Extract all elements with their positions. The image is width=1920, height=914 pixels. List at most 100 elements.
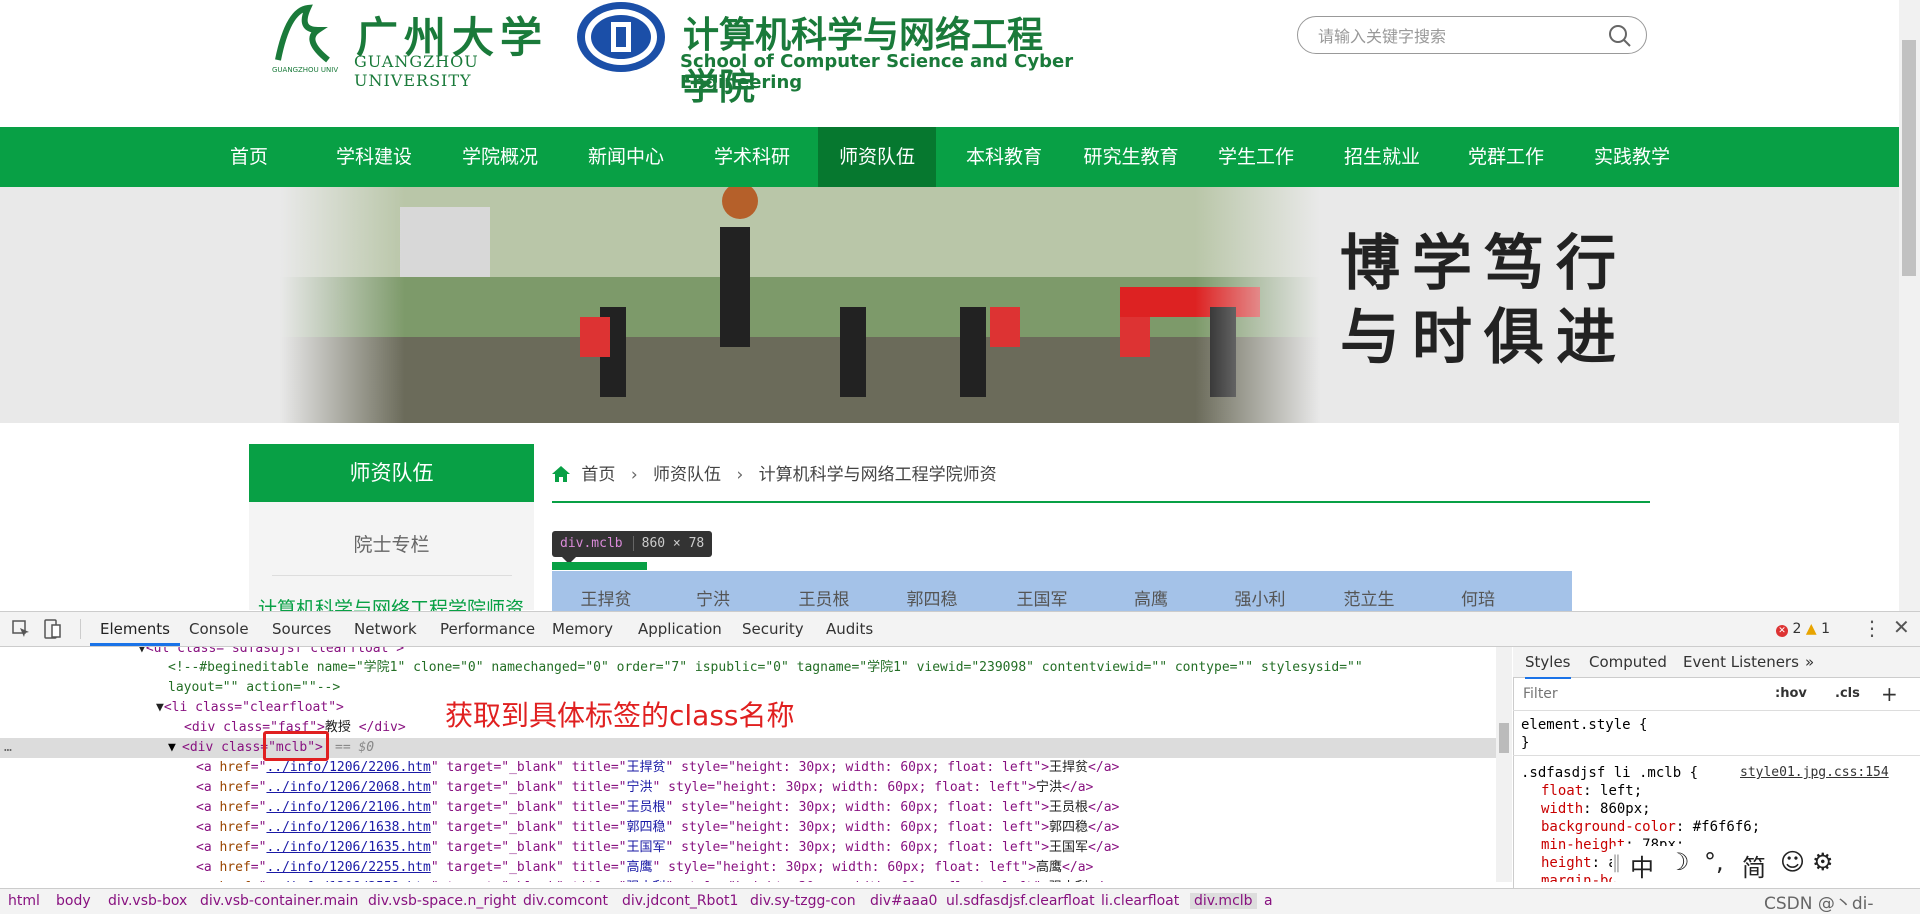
css-selector[interactable]: .sdfasdjsf li .mclb { [1521,764,1698,782]
hover-state-toggle[interactable]: :hov [1775,686,1807,701]
dom-anchor-node[interactable]: <a href="../info/1206/1635.htm" target="… [196,838,1119,858]
tab-network[interactable]: Network [354,612,417,646]
nav-about[interactable]: 学院概况 [450,127,550,187]
tab-event-listeners[interactable]: Event Listeners [1683,647,1799,677]
issue-counter[interactable]: ✕ 2 ▲ 1 [1776,621,1830,637]
dom-anchor-node[interactable]: <a href="../info/1206/2068.htm" target="… [196,778,1093,798]
href-link[interactable]: ../info/1206/1635.htm [266,840,430,855]
simplified-mode[interactable]: 简 [1742,848,1766,883]
tab-performance[interactable]: Performance [440,612,535,646]
elements-scrollbar-thumb[interactable] [1499,723,1509,753]
emoji-icon[interactable]: ☺ [1780,848,1805,876]
elements-scrollbar[interactable] [1496,647,1512,882]
gear-icon[interactable]: ⚙ [1812,848,1834,876]
dom-crumb[interactable]: div.vsb-space.n_right [368,893,516,909]
dom-crumb[interactable]: html [8,893,40,909]
dom-crumb-selected[interactable]: div.mclb [1190,893,1257,909]
breadcrumb-faculty[interactable]: 师资队伍 [653,465,721,485]
css-declaration[interactable]: float: left; [1541,782,1642,800]
more-tabs-icon[interactable]: » [1805,647,1814,677]
element-style-rule[interactable]: element.style { [1521,716,1647,734]
faculty-name[interactable]: 范立生 [1333,585,1405,610]
dom-anchor-node[interactable]: <a href="../info/1206/2106.htm" target="… [196,798,1119,818]
add-rule-icon[interactable]: + [1881,682,1898,706]
breadcrumb-home[interactable]: 首页 [581,465,615,485]
faculty-name[interactable]: 何琣 [1442,585,1514,610]
faculty-name[interactable]: 高鹰 [1115,585,1187,610]
page-scrollbar[interactable] [1899,0,1920,611]
href-link[interactable]: ../info/1206/2068.htm [266,780,430,795]
faculty-name[interactable]: 王员根 [788,585,860,610]
nav-faculty[interactable]: 师资队伍 [818,127,936,187]
href-link[interactable]: ../info/1206/1638.htm [266,820,430,835]
tab-elements[interactable]: Elements [90,612,180,646]
css-declaration[interactable]: width: 860px; [1541,800,1651,818]
nav-undergrad[interactable]: 本科教育 [954,127,1054,187]
dom-anchor-node[interactable]: <a href="../info/1206/1638.htm" target="… [196,818,1119,838]
dom-node-selected[interactable]: … ▼ <div class="mclb"> == $0 [0,738,1496,758]
href-link[interactable]: ../info/1206/2255.htm [266,860,430,875]
dom-anchor-node[interactable]: <a href="../info/1206/2559.htm" target="… [196,878,1119,882]
faculty-name[interactable]: 强小利 [1224,585,1296,610]
nav-admission[interactable]: 招生就业 [1332,127,1432,187]
dom-crumb[interactable]: a [1264,893,1273,909]
sidebar-item-academicians[interactable]: 院士专栏 [249,530,534,557]
css-source-link[interactable]: style01.jpg.css:154 [1740,764,1889,782]
tab-application[interactable]: Application [638,612,722,646]
tab-memory[interactable]: Memory [552,612,613,646]
faculty-name[interactable]: 郭四稳 [896,585,968,610]
device-toolbar-icon[interactable] [44,619,62,639]
dom-crumb[interactable]: div.comcont [523,893,608,909]
dom-anchor-node[interactable]: <a href="../info/1206/2255.htm" target="… [196,858,1093,878]
dom-crumb[interactable]: ul.sdfasdjsf.clearfloat [946,893,1095,909]
nav-students[interactable]: 学生工作 [1206,127,1306,187]
close-icon[interactable]: ✕ [1893,615,1910,639]
dom-crumb[interactable]: div.sy-tzgg-con [750,893,856,909]
page-scrollbar-thumb[interactable] [1902,40,1916,276]
nav-party[interactable]: 党群工作 [1456,127,1556,187]
search-box[interactable] [1297,16,1647,54]
attr-value: 高鹰 [626,860,653,875]
faculty-name[interactable]: 宁洪 [677,585,749,610]
ime-handle-icon[interactable]: ‖ [1612,852,1621,873]
tab-computed[interactable]: Computed [1589,647,1667,677]
href-link[interactable]: ../info/1206/2106.htm [266,800,430,815]
nav-practice[interactable]: 实践教学 [1582,127,1682,187]
href-link[interactable]: ../info/1206/2206.htm [266,760,430,775]
tab-audits[interactable]: Audits [826,612,873,646]
tab-styles[interactable]: Styles [1525,647,1571,679]
inspect-element-icon[interactable] [12,620,30,638]
dom-anchor-node[interactable]: <a href="../info/1206/2206.htm" target="… [196,758,1119,778]
dom-crumb[interactable]: body [56,893,91,909]
faculty-name[interactable]: 王国军 [1006,585,1078,610]
tab-security[interactable]: Security [742,612,804,646]
ime-chinese-mode[interactable]: 中 [1630,848,1654,883]
tab-console[interactable]: Console [189,612,249,646]
guangzhou-university-logo[interactable]: GUANGZHOU UNIV 广州大学 GUANGZHOU UNIVERSITY [268,0,558,90]
nav-news[interactable]: 新闻中心 [576,127,676,187]
filter-input[interactable] [1521,685,1765,703]
moon-icon[interactable]: ☽ [1668,848,1690,876]
dom-crumb[interactable]: div#aaa0 [870,893,937,909]
dom-crumb[interactable]: li.clearfloat [1101,893,1179,909]
nav-research[interactable]: 学术科研 [702,127,802,187]
class-toggle[interactable]: .cls [1835,686,1860,701]
dom-crumb[interactable]: div.jdcont_Rbot1 [622,893,738,909]
dom-crumb[interactable]: div.vsb-box [108,893,187,909]
css-declaration[interactable]: background-color: #f6f6f6; [1541,818,1760,836]
tab-sources[interactable]: Sources [272,612,331,646]
dom-crumb[interactable]: div.vsb-container.main [200,893,358,909]
faculty-name[interactable]: 王捍贫 [570,585,642,610]
school-logo[interactable]: 计算机科学与网络工程学院 School of Computer Science … [575,0,1075,108]
href-link[interactable]: ../info/1206/2559.htm [266,880,430,882]
punctuation-icon[interactable]: °, [1704,848,1724,876]
dom-comment[interactable]: layout="" action=""--> [168,678,340,698]
nav-discipline[interactable]: 学科建设 [324,127,424,187]
nav-graduate[interactable]: 研究生教育 [1076,127,1186,187]
search-icon[interactable] [1608,24,1632,48]
nav-home[interactable]: 首页 [204,127,294,187]
dom-node[interactable]: ▼<li class="clearfloat"> [156,698,344,718]
search-input[interactable] [1316,25,1600,47]
more-options-icon[interactable]: ⋮ [1862,616,1882,640]
dom-comment[interactable]: <!--#begineditable name="学院1" clone="0" … [168,658,1363,678]
